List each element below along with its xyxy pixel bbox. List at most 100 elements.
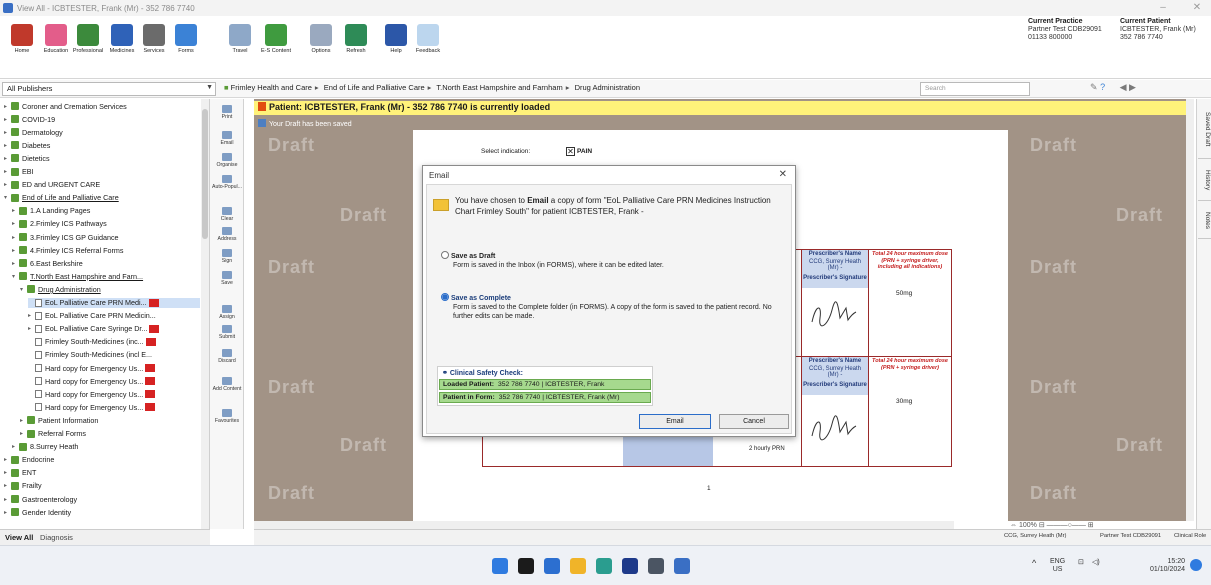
tree-item[interactable]: ▸ Gastroenterology bbox=[4, 494, 77, 504]
expand-toggle-icon[interactable]: ▸ bbox=[4, 168, 11, 175]
toolbar-button-organise[interactable]: Organise bbox=[212, 153, 242, 168]
expand-toggle-icon[interactable]: ▸ bbox=[4, 116, 11, 123]
toolbar-button-clear[interactable]: Clear bbox=[212, 207, 242, 222]
radio-save-as-draft[interactable] bbox=[441, 251, 449, 259]
edge-browser-icon[interactable] bbox=[544, 558, 560, 574]
tree-item[interactable]: ▸ Gender Identity bbox=[4, 507, 71, 517]
expand-toggle-icon[interactable]: ▸ bbox=[12, 443, 19, 450]
notification-icon[interactable] bbox=[1190, 559, 1202, 571]
clock[interactable]: 15:20 01/10/2024 bbox=[1150, 558, 1185, 574]
chrome-icon[interactable] bbox=[596, 558, 612, 574]
tree-item[interactable]: ▸ Dietetics bbox=[4, 153, 50, 163]
tree-item[interactable]: ▾ End of Life and Palliative Care bbox=[4, 193, 119, 203]
tree-item[interactable]: ▸ 4.Frimley ICS Referral Forms bbox=[12, 245, 123, 255]
tree-item[interactable]: Hard copy for Emergency Us... bbox=[28, 376, 156, 386]
tree-item[interactable]: ▸ Patient Information bbox=[20, 415, 98, 425]
toolbar-button-sign[interactable]: Sign bbox=[212, 249, 242, 264]
tree-item[interactable]: ▸ Coroner and Cremation Services bbox=[4, 101, 127, 111]
radio-save-as-complete[interactable] bbox=[441, 293, 449, 301]
es-content-button[interactable]: E-S Content bbox=[258, 20, 294, 72]
tree-item[interactable]: Hard copy for Emergency Us... bbox=[28, 363, 156, 373]
back-icon[interactable]: ◀ bbox=[1120, 82, 1127, 92]
expand-toggle-icon[interactable]: ▸ bbox=[4, 456, 11, 463]
tree-item[interactable]: ▸ EoL Palliative Care Syringe Dr... bbox=[28, 324, 160, 334]
publisher-select[interactable]: All Publishers ▼ bbox=[2, 82, 216, 96]
toolbar-button-submit[interactable]: Submit bbox=[212, 325, 242, 340]
tree-item[interactable]: ▾ Drug Administration bbox=[20, 284, 101, 294]
close-window-icon[interactable]: ✕ bbox=[1185, 0, 1209, 16]
education-button[interactable]: Education bbox=[38, 20, 74, 72]
tree-item[interactable]: ▸ EoL Palliative Care PRN Medicin... bbox=[28, 311, 156, 321]
cancel-button[interactable]: Cancel bbox=[719, 414, 789, 429]
toolbar-button-add-content[interactable]: Add Content bbox=[212, 377, 242, 392]
tree-item[interactable]: Frimley South-Medicines (incl E... bbox=[28, 350, 152, 360]
toolbar-button-assign[interactable]: Assign bbox=[212, 305, 242, 320]
expand-toggle-icon[interactable]: ▸ bbox=[4, 142, 11, 149]
save-as-complete-option[interactable]: Save as Complete Form is saved to the Co… bbox=[441, 293, 787, 321]
feedback-button[interactable]: Feedback bbox=[410, 20, 446, 72]
tree-item[interactable]: ▸ COVID-19 bbox=[4, 114, 55, 124]
search-input[interactable]: Search bbox=[920, 82, 1030, 96]
expand-toggle-icon[interactable]: ▸ bbox=[12, 234, 19, 241]
tree-item[interactable]: ▸ 8.Surrey Heath bbox=[12, 442, 78, 452]
tree-item[interactable]: Hard copy for Emergency Us... bbox=[28, 389, 156, 399]
zoom-control[interactable]: ⇔ 100% ⊟ ———○—— ⊞ bbox=[1010, 521, 1094, 529]
tree-item[interactable]: ▾ T.North East Hampshire and Farn... bbox=[12, 271, 143, 281]
toolbar-button-print[interactable]: Print bbox=[212, 105, 242, 120]
tab-view-all[interactable]: View All bbox=[5, 533, 33, 542]
tree-item[interactable]: Frimley South-Medicines (inc... bbox=[28, 337, 156, 347]
volume-icon[interactable]: ◁) bbox=[1092, 558, 1100, 566]
tree-item[interactable]: ▸ ED and URGENT CARE bbox=[4, 180, 100, 190]
expand-toggle-icon[interactable]: ▸ bbox=[28, 312, 35, 319]
expand-toggle-icon[interactable]: ▸ bbox=[12, 220, 19, 227]
help-button[interactable]: Help bbox=[378, 20, 414, 72]
expand-toggle-icon[interactable]: ▸ bbox=[4, 129, 11, 136]
tree-item[interactable]: ▸ EBI bbox=[4, 167, 34, 177]
minimize-icon[interactable]: – bbox=[1151, 0, 1175, 16]
tab-saved-draft[interactable]: Saved Draft bbox=[1198, 101, 1211, 159]
expand-toggle-icon[interactable]: ▾ bbox=[20, 286, 27, 293]
tree-item[interactable]: ▸ Dermatology bbox=[4, 127, 63, 137]
app-active-icon[interactable] bbox=[674, 558, 690, 574]
network-icon[interactable]: ⊡ bbox=[1078, 558, 1084, 566]
services-button[interactable]: Services bbox=[136, 20, 172, 72]
toolbar-button-email[interactable]: Email bbox=[212, 131, 242, 146]
tree-item[interactable]: ▸ Frailty bbox=[4, 481, 42, 491]
expand-toggle-icon[interactable]: ▸ bbox=[4, 103, 11, 110]
task-view-icon[interactable] bbox=[518, 558, 534, 574]
tree-item[interactable]: ▸ Diabetes bbox=[4, 140, 50, 150]
toolbar-button-auto-popul[interactable]: Auto-Popul... bbox=[212, 175, 242, 190]
expand-toggle-icon[interactable]: ▸ bbox=[20, 417, 27, 424]
breadcrumb-item[interactable]: T.North East Hampshire and Farnham bbox=[436, 83, 562, 92]
language-indicator[interactable]: ENG US bbox=[1050, 558, 1065, 574]
tree-item[interactable]: ▸ ENT bbox=[4, 468, 36, 478]
tree-item[interactable]: ▸ Endocrine bbox=[4, 455, 54, 465]
windows-start-icon[interactable] bbox=[492, 558, 508, 574]
tray-overflow-icon[interactable]: ^ bbox=[1032, 558, 1036, 568]
expand-toggle-icon[interactable]: ▸ bbox=[28, 325, 35, 332]
breadcrumb-item[interactable]: Drug Administration bbox=[575, 83, 640, 92]
professional-button[interactable]: Professional bbox=[70, 20, 106, 72]
fit-page-icon[interactable]: ⇔ bbox=[1010, 522, 1017, 529]
options-button[interactable]: Options bbox=[303, 20, 339, 72]
home-button[interactable]: Home bbox=[4, 20, 40, 72]
breadcrumb-item[interactable]: Frimley Health and Care bbox=[231, 83, 312, 92]
tree-scrollbar[interactable] bbox=[201, 99, 209, 529]
viewer-horizontal-scrollbar[interactable] bbox=[254, 521, 954, 529]
travel-button[interactable]: Travel bbox=[222, 20, 258, 72]
file-explorer-icon[interactable] bbox=[570, 558, 586, 574]
tab-notes[interactable]: Notes bbox=[1198, 203, 1211, 239]
expand-toggle-icon[interactable]: ▾ bbox=[12, 273, 19, 280]
forms-button[interactable]: Forms bbox=[168, 20, 204, 72]
breadcrumb-item[interactable]: End of Life and Palliative Care bbox=[324, 83, 425, 92]
expand-toggle-icon[interactable]: ▸ bbox=[12, 247, 19, 254]
forward-icon[interactable]: ▶ bbox=[1129, 82, 1136, 92]
tree-item[interactable]: EoL Palliative Care PRN Medi... bbox=[28, 297, 200, 308]
toolbar-button-favourites[interactable]: Favourites bbox=[212, 409, 242, 424]
email-button[interactable]: Email bbox=[639, 414, 711, 429]
toolbar-button-discard[interactable]: Discard bbox=[212, 349, 242, 364]
expand-toggle-icon[interactable]: ▾ bbox=[4, 194, 11, 201]
tree-item[interactable]: ▸ 6.East Berkshire bbox=[12, 258, 83, 268]
save-as-draft-option[interactable]: Save as Draft Form is saved in the Inbox… bbox=[441, 251, 781, 270]
toolbar-button-save[interactable]: Save bbox=[212, 271, 242, 286]
